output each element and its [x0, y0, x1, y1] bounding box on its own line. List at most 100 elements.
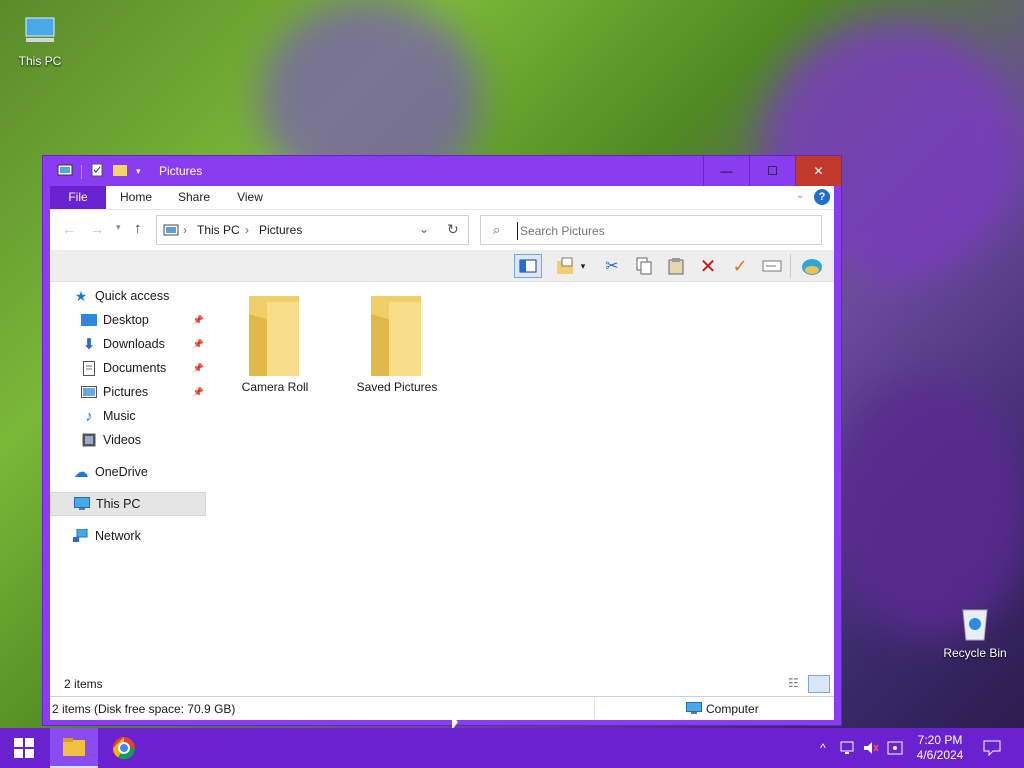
taskbar-file-explorer[interactable] [50, 728, 98, 768]
folder-icon [63, 738, 85, 756]
cloud-icon: ☁ [73, 464, 89, 481]
taskbar: ^ 7:20 PM 4/6/2024 [0, 728, 1024, 768]
tab-view[interactable]: View [228, 186, 272, 209]
new-folder-icon[interactable] [112, 163, 128, 180]
music-note-icon: ♪ [85, 407, 93, 425]
pictures-icon [80, 384, 98, 400]
nav-documents[interactable]: Documents 📌 [80, 356, 206, 380]
download-icon: ⬇ [82, 336, 96, 353]
computer-icon [686, 702, 702, 718]
breadcrumb-separator: › [183, 223, 187, 237]
title-bar[interactable]: ▾ Pictures — ☐ ✕ [43, 156, 841, 186]
tab-share[interactable]: Share [170, 186, 218, 209]
nav-label: This PC [96, 497, 141, 511]
computer-icon [73, 496, 91, 512]
breadcrumb-separator: › [245, 223, 249, 237]
desktop-icon-this-pc[interactable]: This PC [2, 10, 78, 68]
desktop-icon-label: Recycle Bin [943, 646, 1007, 660]
navigation-bar: ← → ▾ ↑ › This PC › Pictures ⌄ ↻ ⌕ [50, 210, 834, 250]
pc-location-icon [163, 224, 179, 239]
search-box[interactable]: ⌕ [480, 215, 822, 245]
star-icon: ★ [74, 287, 88, 304]
desktop-icon-label: This PC [18, 54, 62, 68]
nav-onedrive[interactable]: ☁ OneDrive [72, 460, 206, 484]
pin-icon: 📌 [192, 314, 204, 325]
desktop-icon [80, 312, 98, 328]
refresh-icon[interactable]: ↻ [447, 221, 459, 238]
document-icon [80, 360, 98, 376]
chevron-down-icon[interactable]: ▾ [136, 166, 141, 177]
back-button[interactable]: ← [62, 221, 76, 237]
help-button[interactable]: ? [814, 189, 830, 205]
details-view-icon[interactable]: ☷ [788, 676, 799, 690]
clock[interactable]: 7:20 PM 4/6/2024 [908, 728, 972, 768]
maximize-button[interactable]: ☐ [749, 156, 795, 186]
nav-network[interactable]: Network [72, 524, 206, 548]
details-status-bar: 2 items (Disk free space: 70.9 GB) Compu… [50, 696, 834, 720]
address-bar[interactable]: › This PC › Pictures ⌄ ↻ [156, 215, 469, 245]
ribbon-tabs: File Home Share View ⌄ ? [50, 186, 834, 210]
clock-date: 4/6/2024 [916, 748, 964, 762]
rename-icon[interactable] [758, 254, 786, 278]
cut-icon[interactable]: ✂ [598, 254, 626, 278]
delete-icon[interactable]: ✕ [694, 254, 722, 278]
chevron-down-icon[interactable]: ▾ [576, 254, 590, 278]
preview-pane-icon[interactable] [514, 254, 542, 278]
paste-icon[interactable] [662, 254, 690, 278]
file-list: Camera Roll Saved Pictures [210, 282, 834, 672]
network-icon [72, 528, 90, 544]
large-icons-view-icon[interactable] [808, 675, 830, 693]
breadcrumb-pictures[interactable]: Pictures [259, 223, 302, 237]
nav-label: Downloads [103, 337, 165, 351]
breadcrumb-this-pc[interactable]: This PC [197, 223, 240, 237]
search-input[interactable] [517, 222, 807, 240]
folder-item[interactable]: Saved Pictures [342, 294, 452, 394]
status-bar: 2 items ☷ [50, 672, 834, 696]
nav-label: Music [103, 409, 136, 423]
pin-icon: 📌 [192, 338, 204, 349]
nav-label: Network [95, 529, 141, 543]
minimize-button[interactable]: — [703, 156, 749, 186]
address-dropdown-icon[interactable]: ⌄ [419, 222, 429, 236]
tab-home[interactable]: Home [112, 186, 160, 209]
item-count: 2 items [64, 677, 103, 691]
notifications-icon[interactable] [978, 728, 1006, 768]
tab-file[interactable]: File [50, 186, 106, 209]
recent-locations-button[interactable]: ▾ [116, 222, 121, 233]
forward-button[interactable]: → [90, 221, 104, 237]
pin-icon: 📌 [192, 362, 204, 373]
device-tray-icon[interactable] [884, 728, 906, 768]
shell-icon[interactable] [798, 254, 826, 278]
search-icon: ⌕ [493, 222, 501, 237]
nav-videos[interactable]: Videos [80, 428, 206, 452]
close-button[interactable]: ✕ [795, 156, 841, 186]
quick-access-toolbar: ▾ [57, 163, 141, 180]
nav-quick-access[interactable]: ★ Quick access [72, 284, 228, 308]
nav-desktop[interactable]: Desktop 📌 [80, 308, 206, 332]
command-toolbar: ▾ ✂ ✕ ✓ [50, 250, 834, 282]
nav-label: Quick access [95, 289, 170, 303]
window-title: Pictures [159, 164, 203, 178]
location-text: Computer [706, 702, 759, 716]
network-tray-icon[interactable] [836, 728, 858, 768]
nav-this-pc[interactable]: This PC [50, 492, 206, 516]
volume-muted-icon[interactable] [860, 728, 882, 768]
folder-item[interactable]: Camera Roll [220, 294, 330, 394]
expand-ribbon-icon[interactable]: ⌄ [796, 190, 804, 201]
taskbar-chrome[interactable] [100, 728, 148, 768]
disk-space-text: 2 items (Disk free space: 70.9 GB) [52, 702, 236, 716]
up-button[interactable]: ↑ [134, 220, 142, 237]
check-icon[interactable]: ✓ [726, 254, 754, 278]
folder-icon [369, 294, 425, 376]
folder-label: Saved Pictures [356, 380, 438, 394]
properties-icon[interactable] [90, 163, 104, 180]
chrome-icon [112, 737, 136, 760]
desktop-icon-recycle-bin[interactable]: Recycle Bin [937, 602, 1013, 660]
nav-label: Desktop [103, 313, 149, 327]
copy-icon[interactable] [630, 254, 658, 278]
nav-music[interactable]: ♪ Music [80, 404, 206, 428]
start-button[interactable] [0, 728, 48, 768]
nav-pictures[interactable]: Pictures 📌 [80, 380, 206, 404]
show-hidden-icons-icon[interactable]: ^ [814, 728, 832, 768]
nav-downloads[interactable]: ⬇ Downloads 📌 [80, 332, 206, 356]
